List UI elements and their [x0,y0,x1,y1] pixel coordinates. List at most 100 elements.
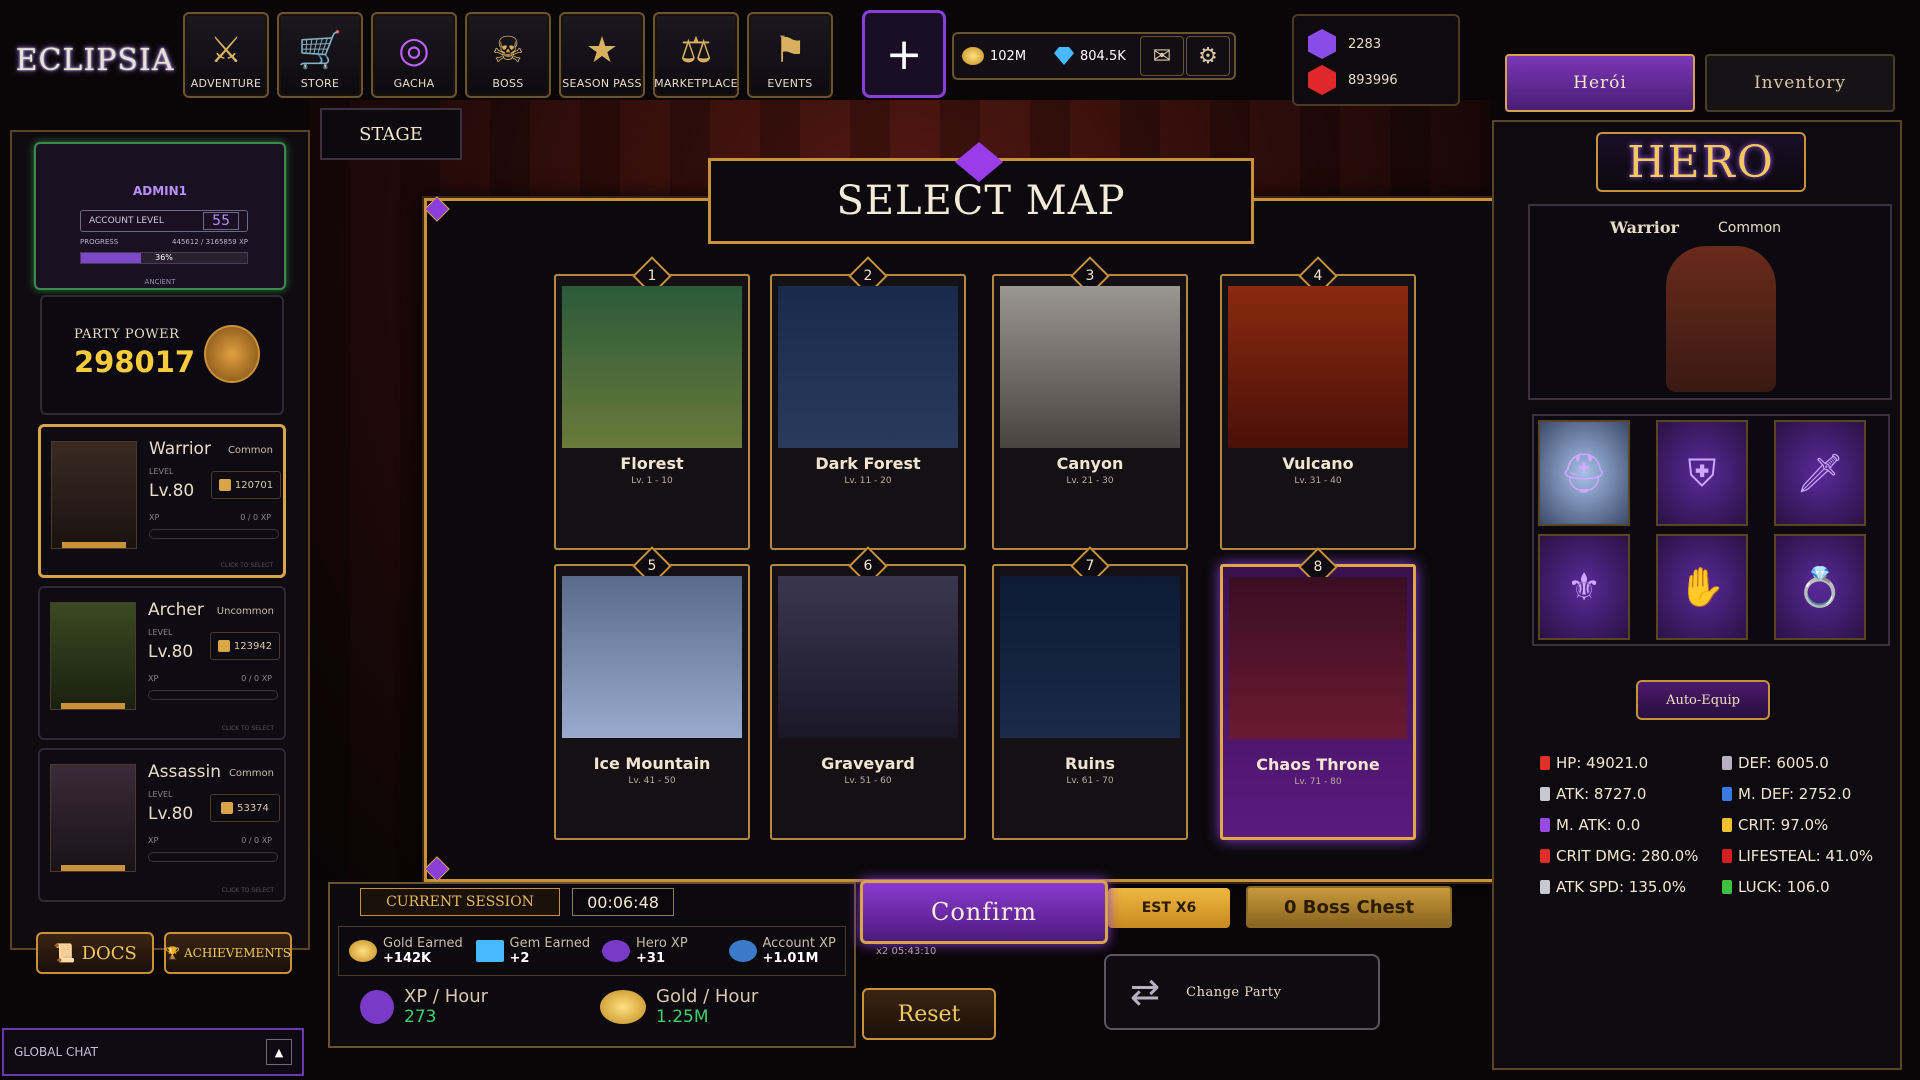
gloves-slot[interactable]: ✋ [1656,534,1748,640]
banner-icon: ⚑ [773,30,807,71]
tab-inventory-label: Inventory [1753,73,1847,93]
stat-crit-dmg: CRIT DMG: 280.0% [1540,847,1698,865]
nav-label: ADVENTURE [190,77,262,90]
gold-pile-icon [600,989,646,1024]
stage-button[interactable]: STAGE [320,108,462,160]
chest-x6-label: EST X6 [1141,900,1197,916]
hero-portrait [50,602,136,710]
stat-text: CRIT: 97.0% [1738,816,1829,834]
stat-text: ATK SPD: 135.0% [1556,878,1686,896]
stat-icon [1540,880,1550,894]
progress-row: PROGRESS 445612 / 3165859 XP [80,238,248,246]
tab-hero-label: Herói [1573,73,1627,93]
nav-season-pass-button[interactable]: ★ SEASON PASS [559,12,645,98]
stat-text: M. DEF: 2752.0 [1738,785,1852,803]
stat-atk: ATK: 8727.0 [1540,785,1646,803]
power-icon [218,479,231,491]
map-card-florest[interactable]: 1 Florest Lv. 1 - 10 [554,256,750,550]
profile-card[interactable]: ADMIN1 ACCOUNT LEVEL 55 PROGRESS 445612 / … [34,142,286,290]
hero-card-archer[interactable]: Archer Uncommon LEVEL Lv.80 123942 XP 0 … [38,586,286,740]
hero-power-box: 120701 [211,471,281,499]
map-level-range: Lv. 21 - 30 [1066,476,1114,486]
stat-value: +1.01M [762,951,819,966]
stat-luck: LUCK: 106.0 [1722,878,1830,896]
portal-icon: ◎ [398,30,430,71]
settings-button[interactable]: ⚙ [1186,36,1230,76]
player-name: ADMIN1 [132,184,188,198]
plus-icon: + [885,28,923,80]
nav-boss-button[interactable]: ☠ BOSS [465,12,551,98]
map-card-canyon[interactable]: 3 Canyon Lv. 21 - 30 [992,256,1188,550]
scroll-icon: 📜 [53,942,76,964]
stat-hp: HP: 49021.0 [1540,754,1648,772]
hero-class-rarity: Common [1718,220,1782,236]
add-button[interactable]: + [862,10,946,98]
confirm-button[interactable]: Confirm [860,880,1108,944]
map-level-range: Lv. 41 - 50 [628,776,676,786]
map-thumbnail [562,286,742,448]
auto-equip-button[interactable]: Auto-Equip [1636,680,1770,720]
hero-level-label: LEVEL [148,790,173,799]
diamond-amount: 804.5K [1080,48,1126,64]
tab-inventory[interactable]: Inventory [1705,54,1895,112]
nav-label: SEASON PASS [562,77,642,90]
nav-adventure-button[interactable]: ⚔ ADVENTURE [183,12,269,98]
diamond-display: 804.5K [1046,47,1138,65]
account-level-value: 55 [203,212,239,230]
chat-expand-button[interactable]: ▲ [266,1039,292,1065]
stat-icon [1540,756,1550,770]
stage-label: STAGE [359,123,423,145]
docs-button[interactable]: 📜 DOCS [36,932,154,974]
nav-events-button[interactable]: ⚑ EVENTS [747,12,833,98]
map-card-vulcano[interactable]: 4 Vulcano Lv. 31 - 40 [1220,256,1416,550]
hero-card-warrior[interactable]: Warrior Common LEVEL Lv.80 120701 XP 0 /… [38,424,286,578]
global-chat-bar[interactable]: GLOBAL CHAT ▲ [2,1028,304,1076]
hero-showcase: Warrior Common [1528,204,1892,400]
rank-label: ANCIENT [144,278,176,286]
map-thumbnail [562,576,742,738]
stat-label: Gold Earned [383,936,463,951]
progress-percent: 36% [155,253,173,262]
reset-button[interactable]: Reset [862,988,996,1040]
map-card-graveyard[interactable]: 6 Graveyard Lv. 51 - 60 [770,546,966,840]
leggings-slot[interactable]: ⚜ [1538,534,1630,640]
stat-value: +2 [509,951,530,966]
stat-label: Gem Earned [509,936,591,951]
boss-chest-button[interactable]: 0 Boss Chest [1246,886,1452,928]
hero-card-assassin[interactable]: Assassin Common LEVEL Lv.80 53374 XP 0 /… [38,748,286,902]
nav-store-button[interactable]: 🛒 STORE [277,12,363,98]
map-level-range: Lv. 31 - 40 [1294,476,1342,486]
map-card-ruins[interactable]: 7 Ruins Lv. 61 - 70 [992,546,1188,840]
map-card-dark-forest[interactable]: 2 Dark Forest Lv. 11 - 20 [770,256,966,550]
nav-marketplace-button[interactable]: ⚖ MARKETPLACE [653,12,739,98]
top-nav: ⚔ ADVENTURE 🛒 STORE ◎ GACHA ☠ BOSS ★ SEASON P… [183,12,833,98]
change-party-button[interactable]: ⇄ Change Party [1104,954,1380,1030]
mail-button[interactable]: ✉ [1140,36,1184,76]
armor-slot[interactable]: ⛨ [1656,420,1748,526]
hero-xp-value: 0 / 0 XP [241,836,272,845]
weapon-slot[interactable]: 🗡 [1774,420,1866,526]
ring-slot[interactable]: 💍 [1774,534,1866,640]
party-power-value: 298017 [74,345,196,379]
helmet-icon: ⛑ [1559,450,1609,495]
armor-icon: ⛨ [1687,450,1717,495]
rate-label: XP / Hour [404,986,489,1007]
hero-power: 120701 [234,479,274,491]
map-card-chaos-throne[interactable]: 8 Chaos Throne Lv. 71 - 80 [1220,547,1416,840]
stat-text: LUCK: 106.0 [1738,878,1830,896]
nav-gacha-button[interactable]: ◎ GACHA [371,12,457,98]
map-number: 7 [1085,558,1095,574]
chest-x6-button[interactable]: EST X6 [1108,888,1230,928]
purple-gem-amount: 2283 [1348,36,1382,52]
hero-xp-label: XP [149,513,160,522]
helmet-slot[interactable]: ⛑ [1538,420,1630,526]
auto-equip-label: Auto-Equip [1666,692,1740,708]
map-level-range: Lv. 71 - 80 [1294,777,1342,787]
gold-coin-icon [962,47,984,65]
hero-level-label: LEVEL [148,628,173,637]
achievements-button[interactable]: 🏆 ACHIEVEMENTS [164,932,292,974]
star-shield-icon: ★ [585,30,619,71]
stat-icon [1722,787,1732,801]
tab-hero[interactable]: Herói [1505,54,1695,112]
map-card-ice-mountain[interactable]: 5 Ice Mountain Lv. 41 - 50 [554,546,750,840]
